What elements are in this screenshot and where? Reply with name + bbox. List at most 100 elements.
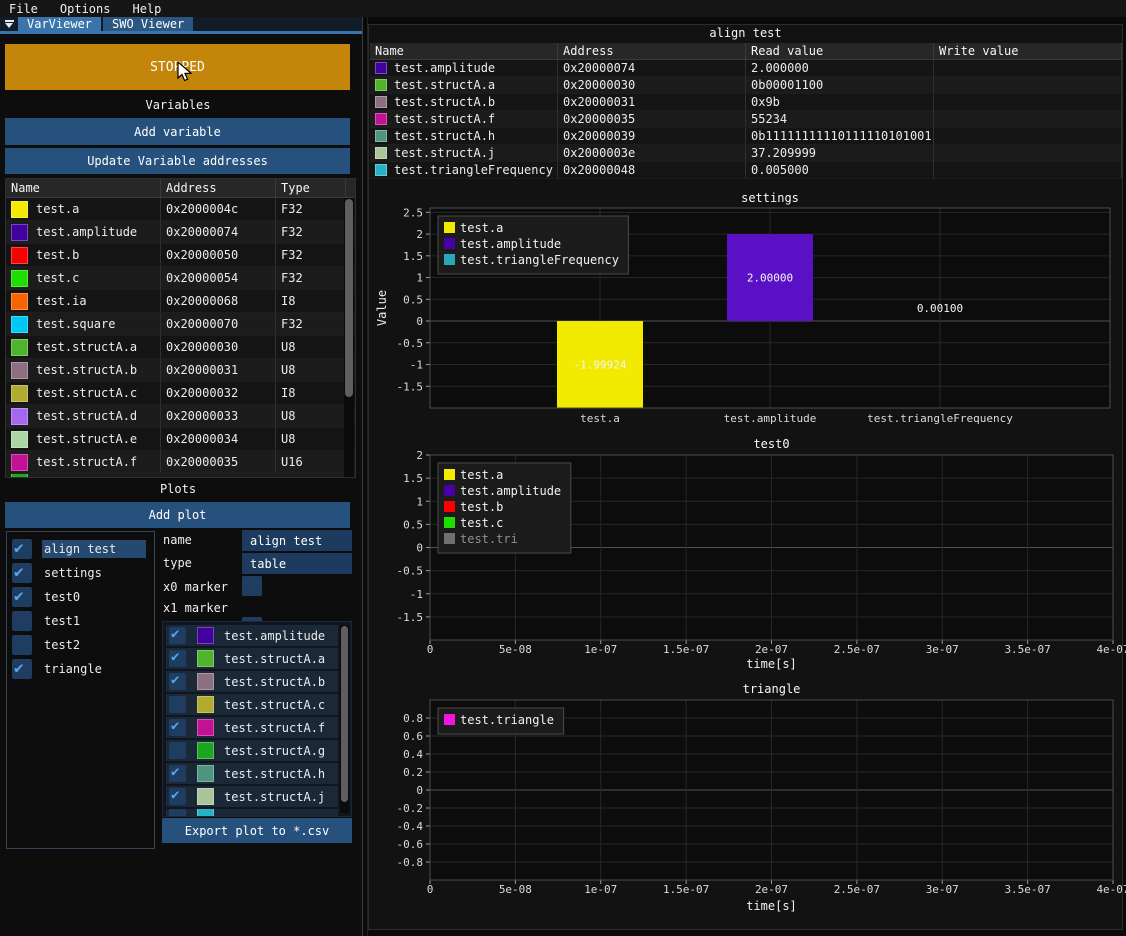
legend-label[interactable]: test.amplitude <box>460 237 561 251</box>
plot-list-item-label[interactable]: test2 <box>42 636 86 654</box>
legend-swatch[interactable] <box>444 517 455 528</box>
scrollbar-thumb[interactable] <box>341 626 348 802</box>
add-variable-button[interactable]: Add variable <box>5 118 350 145</box>
plot-list-item-test2[interactable]: test2 <box>12 634 86 656</box>
plot-visible-checkbox[interactable] <box>12 659 32 679</box>
legend-label[interactable]: test.b <box>460 500 503 514</box>
series-item-test-structa-g[interactable]: test.structA.g <box>166 740 338 761</box>
variables-table-scrollbar[interactable] <box>344 198 354 477</box>
table-row[interactable]: test.triangleFrequency0x200000480.005000 <box>370 162 1122 179</box>
series-color-swatch[interactable] <box>197 673 214 690</box>
plot-visible-checkbox[interactable] <box>12 611 32 631</box>
legend-swatch[interactable] <box>444 238 455 249</box>
table-row[interactable]: test.square0x20000070F32 <box>6 313 355 336</box>
table-row[interactable]: test.structA.j0x2000003e37.209999 <box>370 145 1122 162</box>
plot-list-item-test0[interactable]: test0 <box>12 586 86 608</box>
column-header-write-value[interactable]: Write value <box>934 43 1122 59</box>
variable-color-swatch[interactable] <box>11 431 28 448</box>
write-value[interactable] <box>934 94 1122 110</box>
plot-list-item-label[interactable]: settings <box>42 564 108 582</box>
legend-swatch[interactable] <box>444 501 455 512</box>
variable-color-swatch[interactable] <box>11 408 28 425</box>
plot-list-item-settings[interactable]: settings <box>12 562 108 584</box>
variable-color-swatch[interactable] <box>11 201 28 218</box>
legend-label[interactable]: test.a <box>460 468 503 482</box>
series-item-test-structa-a[interactable]: test.structA.a <box>166 648 338 669</box>
legend-swatch[interactable] <box>444 485 455 496</box>
legend-swatch[interactable] <box>444 222 455 233</box>
tab-list-button[interactable] <box>0 17 18 31</box>
plot-list-item-label[interactable]: triangle <box>42 660 108 678</box>
export-csv-button[interactable]: Export plot to *.csv <box>162 818 352 843</box>
column-header-name[interactable]: Name <box>6 179 161 197</box>
series-visible-checkbox[interactable] <box>169 696 186 713</box>
legend-label[interactable]: test.tri <box>460 532 518 546</box>
tab-varviewer[interactable]: VarViewer <box>18 17 101 31</box>
variable-color-swatch[interactable] <box>11 454 28 471</box>
series-color-swatch[interactable] <box>197 650 214 667</box>
plot-name-input[interactable]: align test <box>242 530 352 551</box>
plot-visible-checkbox[interactable] <box>12 635 32 655</box>
plot-type-input[interactable]: table <box>242 553 352 574</box>
legend-swatch[interactable] <box>444 254 455 265</box>
column-header-address[interactable]: Address <box>161 179 276 197</box>
series-visible-checkbox[interactable] <box>169 650 186 667</box>
variable-color-swatch[interactable] <box>11 293 28 310</box>
series-item-test-amplitude[interactable]: test.amplitude <box>166 625 338 646</box>
legend-label[interactable]: test.a <box>460 221 503 235</box>
table-row[interactable]: test.ia0x20000068I8 <box>6 290 355 313</box>
legend-label[interactable]: test.triangleFrequency <box>460 253 619 267</box>
legend-swatch[interactable] <box>444 714 455 725</box>
x0-marker-checkbox[interactable] <box>242 576 262 596</box>
series-item-test-structa-h[interactable]: test.structA.h <box>166 763 338 784</box>
write-value[interactable] <box>934 128 1122 144</box>
table-row[interactable]: test.structA.h0x200000390b11111111110111… <box>370 128 1122 145</box>
table-row[interactable]: test.structA.f0x2000003555234 <box>370 111 1122 128</box>
table-row[interactable]: test.structA.d0x20000033U8 <box>6 405 355 428</box>
column-header-type[interactable]: Type <box>276 179 346 197</box>
menu-item-options[interactable]: Options <box>60 2 111 16</box>
plot-visible-checkbox[interactable] <box>12 563 32 583</box>
variable-color-swatch[interactable] <box>11 385 28 402</box>
variable-color-swatch[interactable] <box>11 270 28 287</box>
menu-item-help[interactable]: Help <box>132 2 161 16</box>
write-value[interactable] <box>934 111 1122 127</box>
series-visible-checkbox[interactable] <box>169 627 186 644</box>
series-color-swatch[interactable] <box>197 627 214 644</box>
legend-swatch[interactable] <box>444 469 455 480</box>
plot-list-item-test1[interactable]: test1 <box>12 610 86 632</box>
table-row[interactable]: test.structA.b0x200000310x9b <box>370 94 1122 111</box>
plot-list-item-label[interactable]: test1 <box>42 612 86 630</box>
series-visible-checkbox[interactable] <box>169 742 186 759</box>
plot-visible-checkbox[interactable] <box>12 539 32 559</box>
legend-label[interactable]: test.amplitude <box>460 484 561 498</box>
series-visible-checkbox[interactable] <box>169 788 186 805</box>
legend-label[interactable]: test.triangle <box>460 713 554 727</box>
series-visible-checkbox[interactable] <box>169 719 186 736</box>
table-row[interactable]: test.amplitude0x200000742.000000 <box>370 60 1122 77</box>
legend-label[interactable]: test.c <box>460 516 503 530</box>
write-value[interactable] <box>934 162 1122 178</box>
series-item-test-structa-b[interactable]: test.structA.b <box>166 671 338 692</box>
scrollbar-thumb[interactable] <box>345 199 353 397</box>
series-color-swatch[interactable] <box>197 788 214 805</box>
table-row[interactable]: test.structA.a0x200000300b00001100 <box>370 77 1122 94</box>
table-row[interactable]: test.c0x20000054F32 <box>6 267 355 290</box>
series-color-swatch[interactable] <box>197 765 214 782</box>
series-color-swatch[interactable] <box>197 719 214 736</box>
legend-swatch[interactable] <box>444 533 455 544</box>
table-row[interactable]: test.a0x2000004cF32 <box>6 198 355 221</box>
plot-visible-checkbox[interactable] <box>12 587 32 607</box>
write-value[interactable] <box>934 77 1122 93</box>
series-color-swatch[interactable] <box>197 696 214 713</box>
plot-list-item-triangle[interactable]: triangle <box>12 658 108 680</box>
series-item-test-structa-j[interactable]: test.structA.j <box>166 786 338 807</box>
column-header-address[interactable]: Address <box>558 43 746 59</box>
table-row[interactable]: test.b0x20000050F32 <box>6 244 355 267</box>
variable-color-swatch[interactable] <box>11 247 28 264</box>
table-row[interactable]: test.structA.a0x20000030U8 <box>6 336 355 359</box>
variable-color-swatch[interactable] <box>11 339 28 356</box>
table-row[interactable]: test.structA.b0x20000031U8 <box>6 359 355 382</box>
table-row[interactable]: test.structA.c0x20000032I8 <box>6 382 355 405</box>
series-item-test-structa-c[interactable]: test.structA.c <box>166 694 338 715</box>
